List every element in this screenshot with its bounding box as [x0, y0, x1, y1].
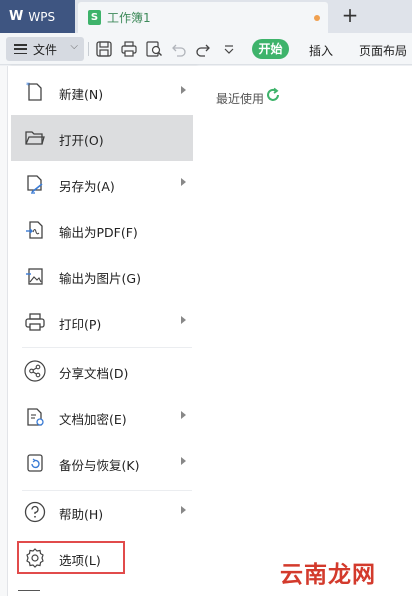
new-tab-button[interactable]: + — [338, 4, 362, 28]
menu-label-new: 新建(N) — [59, 87, 104, 102]
toolbar-divider — [88, 42, 89, 56]
tab-insert[interactable]: 插入 — [309, 42, 333, 59]
menu-label-encrypt: 文档加密(E) — [59, 412, 127, 427]
menu-item-print[interactable]: 打印(P) — [11, 299, 193, 345]
export-image-icon — [26, 268, 43, 285]
submenu-arrow-icon — [181, 86, 186, 94]
print-preview-icon[interactable] — [145, 40, 163, 58]
watermark: 云南龙网 — [280, 561, 376, 588]
hamburger-icon — [14, 44, 27, 54]
file-menu-label: 文件 — [33, 42, 58, 57]
wps-window: W WPS S 工作簿1 + 文件 ⌵ 开始 插入 页面布局 * 新建(N) 打… — [0, 0, 412, 596]
backup-icon — [27, 454, 43, 472]
undo-icon[interactable] — [170, 40, 188, 58]
quick-toolbar: 文件 ⌵ 开始 插入 页面布局 — [0, 33, 412, 65]
menu-label-share: 分享文档(D) — [59, 366, 129, 381]
svg-text:*: * — [26, 81, 30, 90]
menu-item-help[interactable]: 帮助(H) — [11, 489, 193, 535]
menu-label-backup: 备份与恢复(K) — [59, 458, 140, 473]
workbook-tab-title: 工作簿1 — [107, 11, 151, 25]
spreadsheet-icon: S — [88, 10, 101, 25]
customize-dropdown-icon[interactable] — [220, 40, 238, 58]
tab-bar: W WPS S 工作簿1 + — [0, 0, 412, 33]
open-folder-icon — [25, 131, 45, 145]
share-icon — [24, 360, 46, 382]
menu-item-open[interactable]: 打开(O) — [11, 115, 193, 161]
tab-workbook[interactable]: S 工作簿1 — [78, 2, 328, 33]
tab-start[interactable]: 开始 — [252, 39, 289, 59]
refresh-icon[interactable] — [265, 87, 281, 103]
menu-item-share[interactable]: 分享文档(D) — [11, 348, 193, 394]
menu-item-export-image[interactable]: 输出为图片(G) — [11, 253, 193, 299]
submenu-arrow-icon — [181, 506, 186, 514]
recent-files-title: 最近使用 — [216, 92, 265, 106]
recent-files-pane: 最近使用 — [196, 66, 412, 596]
encrypt-icon — [27, 408, 44, 426]
file-menu-button[interactable]: 文件 ⌵ — [6, 37, 84, 61]
menu-label-export-pdf: 输出为PDF(F) — [59, 225, 138, 240]
submenu-arrow-icon — [181, 316, 186, 324]
menu-item-encrypt[interactable]: 文档加密(E) — [11, 394, 193, 440]
export-pdf-icon — [26, 221, 43, 239]
redo-icon[interactable] — [194, 40, 212, 58]
print-icon[interactable] — [120, 40, 138, 58]
menu-item-save-as[interactable]: 另存为(A) — [11, 161, 193, 207]
print-icon — [25, 313, 45, 331]
submenu-arrow-icon — [181, 411, 186, 419]
sheet-background — [0, 66, 8, 596]
save-icon[interactable] — [95, 40, 113, 58]
submenu-arrow-icon — [181, 178, 186, 186]
file-menu-panel: * 新建(N) 打开(O) 另存为(A) 输出为PDF(F) 输出为图片(G) … — [8, 66, 196, 596]
tab-wps-home[interactable]: W WPS — [0, 0, 75, 33]
tab-page-layout[interactable]: 页面布局 — [359, 42, 407, 59]
save-as-icon — [27, 175, 43, 194]
wps-logo-icon: W — [9, 9, 23, 24]
wps-tab-label: WPS — [28, 9, 56, 24]
menu-label-help: 帮助(H) — [59, 507, 104, 522]
partial-menu-icon — [18, 590, 40, 596]
chevron-down-icon: ⌵ — [70, 41, 78, 52]
menu-item-backup[interactable]: 备份与恢复(K) — [11, 440, 193, 486]
menu-label-save-as: 另存为(A) — [59, 179, 115, 194]
menu-label-export-image: 输出为图片(G) — [59, 271, 141, 286]
highlight-box — [17, 541, 125, 574]
menu-label-open: 打开(O) — [59, 133, 104, 148]
unsaved-dot-icon — [314, 15, 320, 21]
help-icon — [24, 501, 46, 523]
new-file-icon: * — [26, 81, 42, 101]
menu-label-print: 打印(P) — [59, 317, 102, 332]
menu-item-new[interactable]: * 新建(N) — [11, 69, 193, 115]
submenu-arrow-icon — [181, 457, 186, 465]
menu-item-export-pdf[interactable]: 输出为PDF(F) — [11, 207, 193, 253]
